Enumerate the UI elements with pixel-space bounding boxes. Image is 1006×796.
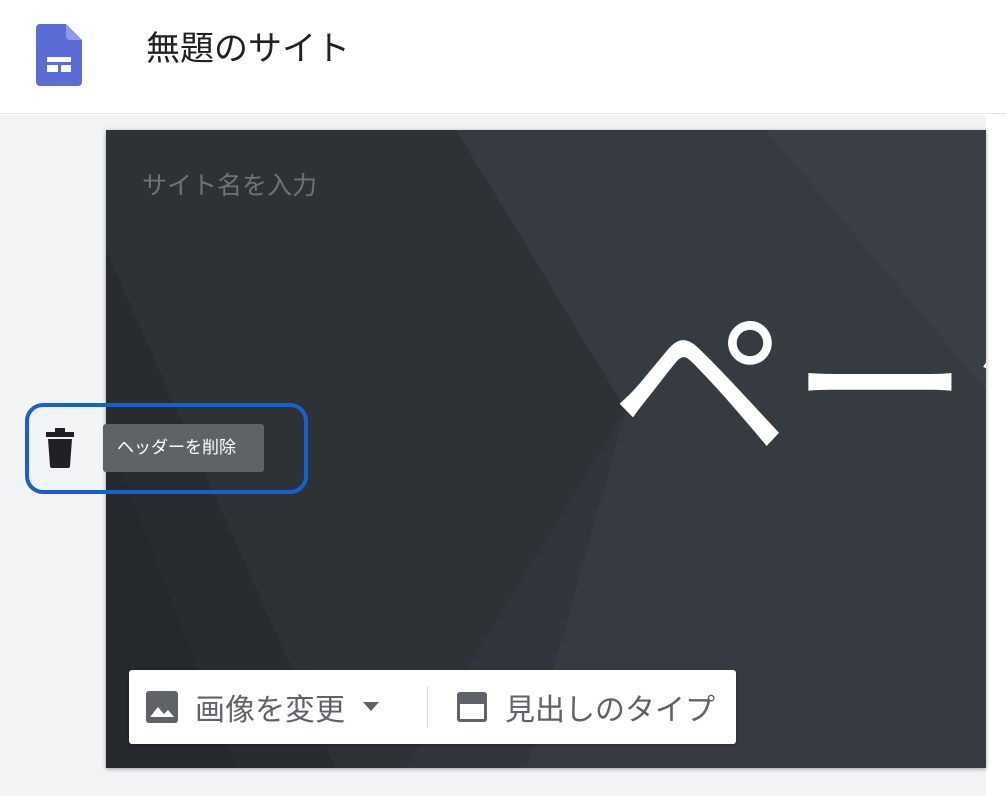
change-image-label: 画像を変更 bbox=[195, 693, 345, 728]
canvas-gutter bbox=[986, 115, 1006, 796]
page-title[interactable]: ページ bbox=[610, 280, 986, 500]
heading-type-button[interactable]: 見出しのタイプ bbox=[455, 670, 725, 744]
google-sites-icon[interactable] bbox=[36, 24, 82, 86]
site-title[interactable]: 無題のサイト bbox=[146, 24, 350, 74]
annotation-highlight bbox=[25, 403, 308, 494]
header-toolbar: 画像を変更 見出しのタイプ bbox=[129, 670, 736, 744]
change-image-button[interactable]: 画像を変更 bbox=[145, 670, 415, 744]
site-name-input[interactable]: サイト名を入力 bbox=[142, 166, 317, 202]
heading-type-label: 見出しのタイプ bbox=[505, 693, 715, 728]
toolbar-divider bbox=[427, 686, 428, 728]
image-icon bbox=[146, 691, 178, 723]
header-layout-icon bbox=[457, 692, 487, 722]
top-bar: 無題のサイト bbox=[0, 0, 1006, 114]
caret-down-icon bbox=[363, 702, 379, 711]
